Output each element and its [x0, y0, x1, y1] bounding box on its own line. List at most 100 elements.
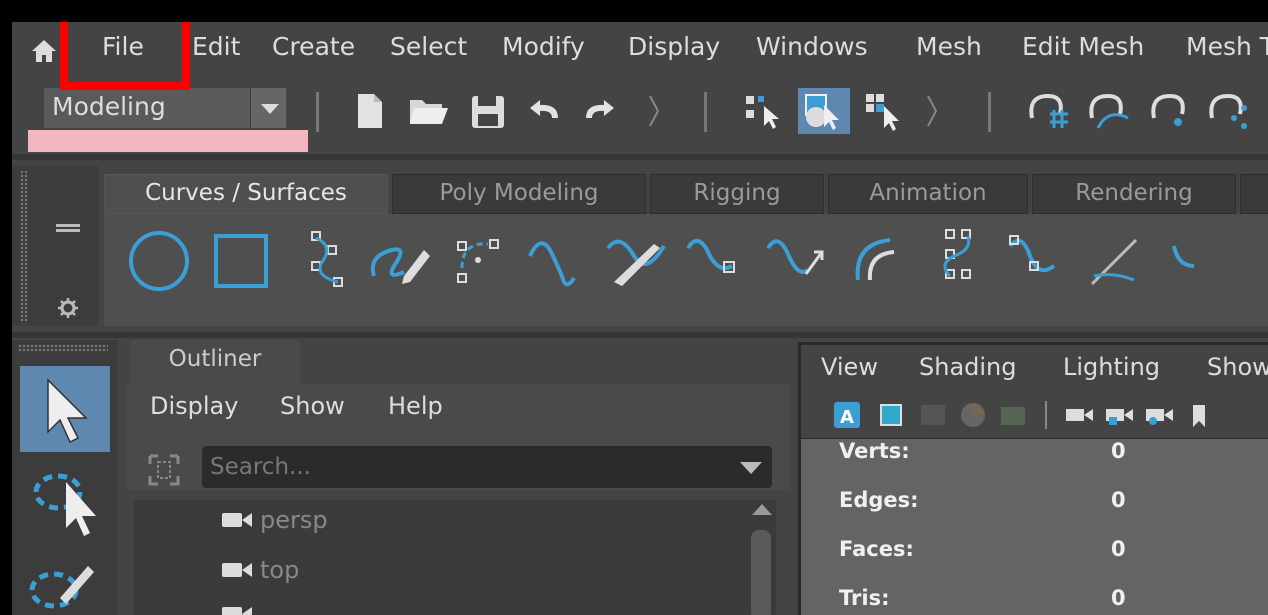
hud-tris-value: 0 — [1111, 586, 1126, 610]
menu-modify[interactable]: Modify — [502, 32, 585, 61]
lasso-tool-button[interactable] — [20, 458, 110, 544]
bookmark-icon[interactable] — [1183, 399, 1215, 431]
gear-icon[interactable] — [56, 296, 80, 320]
nurbs-square-icon[interactable] — [204, 226, 274, 296]
chevron-down-icon[interactable] — [740, 462, 762, 474]
viewport-menu-view[interactable]: View — [821, 353, 878, 381]
menu-bar: File Edit Create Select Modify Display W… — [12, 22, 1268, 90]
offset-curve-icon[interactable] — [844, 226, 914, 296]
shelf: Curves / Surfaces Poly Modeling Rigging … — [12, 160, 1268, 332]
bezier-curve-icon[interactable] — [524, 226, 594, 296]
toolbar-separator — [316, 92, 319, 132]
outliner-item-label: top — [260, 556, 300, 584]
shelf-menu-icon[interactable] — [54, 218, 82, 238]
cv-curve-tool-icon[interactable] — [284, 226, 354, 296]
open-scene-icon[interactable] — [406, 88, 450, 134]
outliner-item-label: persp — [260, 506, 328, 534]
outliner-menu-help[interactable]: Help — [388, 392, 443, 420]
outliner-tab[interactable]: Outliner — [130, 340, 300, 384]
outliner-item-top[interactable]: top — [220, 556, 299, 584]
select-by-object-button[interactable] — [798, 88, 850, 134]
menu-display[interactable]: Display — [628, 32, 720, 61]
texture-display-icon[interactable] — [997, 399, 1029, 431]
outliner-search-input[interactable] — [210, 450, 710, 484]
color-wheel-icon[interactable] — [957, 399, 989, 431]
curve-attach-icon[interactable] — [684, 226, 754, 296]
viewport-menu-show[interactable]: Show — [1207, 353, 1268, 381]
menu-select[interactable]: Select — [390, 32, 467, 61]
redo-icon[interactable] — [578, 88, 622, 134]
outliner-menu-show[interactable]: Show — [280, 392, 345, 420]
viewport-menu-lighting[interactable]: Lighting — [1063, 353, 1160, 381]
insert-knot-icon[interactable] — [1004, 226, 1074, 296]
select-tool-button[interactable] — [20, 366, 110, 452]
maya-window: File Edit Create Select Modify Display W… — [12, 22, 1268, 615]
save-scene-icon[interactable] — [468, 88, 508, 134]
outliner-item-partial[interactable] — [220, 604, 254, 615]
undo-icon[interactable] — [522, 88, 566, 134]
menu-mesh-tools[interactable]: Mesh T — [1186, 32, 1268, 61]
menu-edit[interactable]: Edit — [192, 32, 240, 61]
viewport-toolbar: A — [801, 389, 1268, 439]
scroll-thumb[interactable] — [751, 530, 771, 615]
snap-to-point-icon[interactable] — [1146, 88, 1196, 134]
collapse-arrow-icon[interactable] — [924, 88, 940, 134]
curve-extend-icon[interactable] — [764, 226, 834, 296]
toolbar-separator — [704, 92, 707, 132]
select-by-hierarchy-icon[interactable] — [742, 88, 786, 134]
menu-file[interactable]: File — [102, 32, 144, 61]
more-tools-icon[interactable] — [1164, 226, 1234, 296]
snap-to-grid-icon[interactable] — [1024, 88, 1074, 134]
home-icon[interactable] — [30, 38, 58, 64]
snap-to-curve-icon[interactable] — [1084, 88, 1134, 134]
select-by-component-icon[interactable] — [862, 88, 906, 134]
viewport-scene[interactable]: Verts: 0 Edges: 0 Faces: 0 Tris: 0 — [801, 439, 1268, 615]
tab-curves-surfaces[interactable]: Curves / Surfaces — [104, 174, 388, 214]
mode-underline — [28, 130, 308, 152]
toolbar-separator — [1045, 401, 1047, 429]
svg-text:A: A — [840, 407, 854, 428]
scroll-up-icon[interactable] — [752, 504, 772, 515]
menu-mesh[interactable]: Mesh — [916, 32, 982, 61]
menu-create[interactable]: Create — [272, 32, 355, 61]
frame-icon[interactable] — [875, 399, 907, 431]
hud-edges-value: 0 — [1111, 488, 1126, 512]
paint-select-tool-button[interactable] — [20, 550, 110, 615]
camera-icon[interactable] — [1063, 399, 1095, 431]
lock-camera-icon[interactable] — [1103, 399, 1135, 431]
three-point-arc-icon[interactable] — [444, 226, 514, 296]
outliner-scrollbar[interactable] — [746, 500, 776, 615]
tab-more[interactable] — [1240, 174, 1268, 214]
rebuild-curve-icon[interactable] — [924, 226, 994, 296]
tab-animation[interactable]: Animation — [828, 174, 1028, 214]
camera-attributes-icon[interactable] — [1143, 399, 1175, 431]
drag-handle-icon[interactable] — [20, 170, 28, 322]
new-scene-icon[interactable] — [352, 88, 388, 134]
hud-faces-value: 0 — [1111, 537, 1126, 561]
select-camera-icon[interactable]: A — [831, 399, 863, 431]
outliner-search-box — [202, 446, 772, 488]
grid-display-icon[interactable] — [917, 399, 949, 431]
drag-handle-icon[interactable] — [18, 344, 108, 352]
tab-poly-modeling[interactable]: Poly Modeling — [392, 174, 646, 214]
curve-cut-icon[interactable] — [604, 226, 674, 296]
outliner-menu-display[interactable]: Display — [150, 392, 238, 420]
menu-windows[interactable]: Windows — [756, 32, 868, 61]
tab-rigging[interactable]: Rigging — [650, 174, 824, 214]
nurbs-circle-icon[interactable] — [124, 226, 194, 296]
mode-selector[interactable]: Modeling — [44, 88, 286, 128]
lasso-select-icon — [33, 473, 96, 536]
tab-rendering[interactable]: Rendering — [1032, 174, 1236, 214]
snap-to-view-plane-icon[interactable] — [1204, 88, 1254, 134]
outliner-item-persp[interactable]: persp — [220, 506, 328, 534]
viewport-menu-shading[interactable]: Shading — [919, 353, 1017, 381]
select-by-object-icon — [805, 94, 839, 130]
chevron-down-icon[interactable] — [250, 88, 286, 128]
collapse-arrow-icon[interactable] — [646, 88, 662, 134]
reverse-curve-icon[interactable] — [1084, 226, 1154, 296]
filter-icon[interactable] — [146, 452, 182, 488]
menu-edit-mesh[interactable]: Edit Mesh — [1022, 32, 1144, 61]
outliner-search-row — [126, 430, 790, 490]
hud-tris-label: Tris: — [839, 586, 890, 610]
pencil-curve-tool-icon[interactable] — [364, 226, 434, 296]
